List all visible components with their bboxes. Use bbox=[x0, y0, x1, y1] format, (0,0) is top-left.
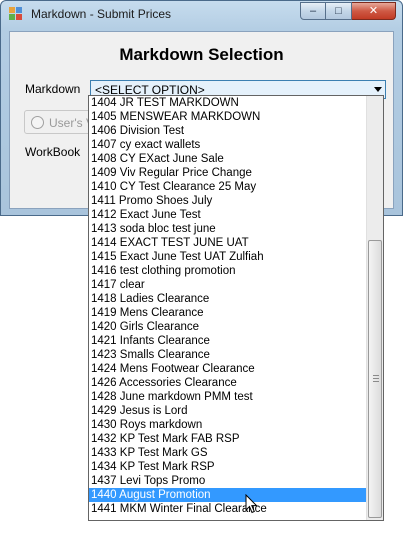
list-item[interactable]: 1404 JR TEST MARKDOWN bbox=[89, 96, 367, 110]
list-item[interactable]: 1412 Exact June Test bbox=[89, 208, 367, 222]
dropdown-items: 1404 JR TEST MARKDOWN 1405 MENSWEAR MARKD… bbox=[89, 96, 367, 516]
list-item[interactable]: 1411 Promo Shoes July bbox=[89, 194, 367, 208]
list-item[interactable]: 1413 soda bloc test june bbox=[89, 222, 367, 236]
grip-icon bbox=[373, 378, 379, 379]
maximize-icon: □ bbox=[335, 4, 342, 17]
radio-circle-icon bbox=[31, 116, 44, 129]
list-item[interactable]: 1423 Smalls Clearance bbox=[89, 348, 367, 362]
list-item[interactable]: 1437 Levi Tops Promo bbox=[89, 474, 367, 488]
scrollbar-thumb[interactable] bbox=[368, 240, 382, 518]
list-item[interactable]: 1433 KP Test Mark GS bbox=[89, 446, 367, 460]
page-title: Markdown Selection bbox=[119, 45, 284, 64]
workbook-label: WorkBook bbox=[25, 145, 81, 159]
list-item[interactable]: 1421 Infants Clearance bbox=[89, 334, 367, 348]
grip-icon bbox=[373, 375, 379, 376]
list-item[interactable]: 1408 CY EXact June Sale bbox=[89, 152, 367, 166]
list-item[interactable]: 1424 Mens Footwear Clearance bbox=[89, 362, 367, 376]
list-item[interactable]: 1419 Mens Clearance bbox=[89, 306, 367, 320]
chevron-down-icon[interactable] bbox=[374, 87, 382, 92]
list-item[interactable]: 1440 August Promotion bbox=[89, 488, 367, 502]
list-item[interactable]: 1441 MKM Winter Final Clearance bbox=[89, 502, 367, 516]
list-item[interactable]: 1418 Ladies Clearance bbox=[89, 292, 367, 306]
list-item[interactable]: 1417 clear bbox=[89, 278, 367, 292]
grip-icon bbox=[373, 381, 379, 382]
maximize-button[interactable]: □ bbox=[326, 2, 352, 20]
list-item[interactable]: 1416 test clothing promotion bbox=[89, 264, 367, 278]
list-item[interactable]: 1407 cy exact wallets bbox=[89, 138, 367, 152]
list-item[interactable]: 1434 KP Test Mark RSP bbox=[89, 460, 367, 474]
list-item[interactable]: 1432 KP Test Mark FAB RSP bbox=[89, 432, 367, 446]
close-button[interactable]: ✕ bbox=[352, 2, 396, 20]
window-title: Markdown - Submit Prices bbox=[31, 7, 172, 21]
minimize-button[interactable]: – bbox=[300, 2, 326, 20]
list-item[interactable]: 1430 Roys markdown bbox=[89, 418, 367, 432]
caption-buttons: – □ ✕ bbox=[300, 2, 396, 20]
list-item[interactable]: 1410 CY Test Clearance 25 May bbox=[89, 180, 367, 194]
mouse-pointer-icon bbox=[245, 494, 258, 514]
list-item[interactable]: 1405 MENSWEAR MARKDOWN bbox=[89, 110, 367, 124]
list-item[interactable]: 1428 June markdown PMM test bbox=[89, 390, 367, 404]
vertical-scrollbar[interactable] bbox=[366, 96, 383, 520]
list-item[interactable]: 1426 Accessories Clearance bbox=[89, 376, 367, 390]
title-bar[interactable]: Markdown - Submit Prices – □ ✕ bbox=[1, 1, 402, 27]
markdown-label: Markdown bbox=[25, 82, 81, 96]
list-item[interactable]: 1429 Jesus is Lord bbox=[89, 404, 367, 418]
list-item[interactable]: 1415 Exact June Test UAT Zulfiah bbox=[89, 250, 367, 264]
list-item[interactable]: 1409 Viv Regular Price Change bbox=[89, 166, 367, 180]
markdown-dropdown-list[interactable]: 1404 JR TEST MARKDOWN 1405 MENSWEAR MARKD… bbox=[88, 95, 384, 521]
list-item[interactable]: 1406 Division Test bbox=[89, 124, 367, 138]
minimize-icon: – bbox=[309, 4, 317, 17]
list-item[interactable]: 1414 EXACT TEST JUNE UAT bbox=[89, 236, 367, 250]
app-icon bbox=[9, 7, 23, 21]
list-item[interactable]: 1420 Girls Clearance bbox=[89, 320, 367, 334]
close-icon: ✕ bbox=[368, 4, 379, 17]
